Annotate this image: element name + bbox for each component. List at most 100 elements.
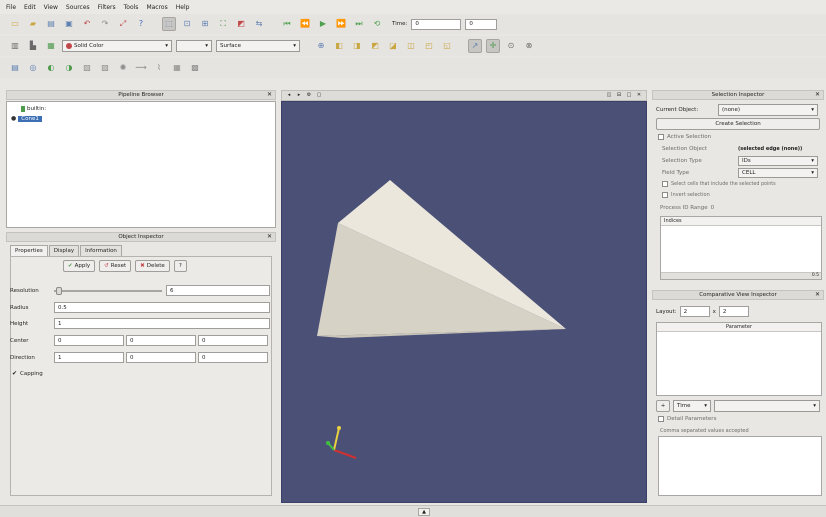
- slider-handle[interactable]: [56, 286, 62, 295]
- camera-redo-icon[interactable]: ▸: [295, 92, 303, 100]
- calculator-icon[interactable]: ▥: [8, 39, 22, 53]
- center-x-input[interactable]: 0: [54, 335, 124, 346]
- time-index-spinbox[interactable]: 0: [465, 18, 498, 30]
- interact-icon[interactable]: ⬚: [162, 17, 176, 31]
- render-view[interactable]: [281, 101, 647, 503]
- glyph-icon[interactable]: ✺: [116, 61, 130, 75]
- add-parameter-button[interactable]: +: [656, 400, 670, 412]
- stream-tracer-icon[interactable]: ⟿: [134, 61, 148, 75]
- threshold-icon[interactable]: ▧: [80, 61, 94, 75]
- menu-help[interactable]: Help: [176, 4, 190, 11]
- detail-parameters-checkbox[interactable]: [658, 416, 664, 422]
- menu-macros[interactable]: Macros: [146, 4, 167, 11]
- close-icon[interactable]: ✕: [267, 233, 272, 240]
- center-y-input[interactable]: 0: [126, 335, 196, 346]
- view-x-minus-icon[interactable]: ◨: [350, 39, 364, 53]
- reset-camera-icon[interactable]: ⊕: [314, 39, 328, 53]
- time-input[interactable]: 0: [411, 18, 462, 30]
- extract-level-icon[interactable]: ▩: [188, 61, 202, 75]
- close-icon[interactable]: ✕: [815, 291, 820, 298]
- open-icon[interactable]: ▭: [8, 17, 22, 31]
- radius-input[interactable]: 0.5: [54, 302, 270, 313]
- direction-z-input[interactable]: 0: [198, 352, 268, 363]
- extract-subset-icon[interactable]: ▨: [98, 61, 112, 75]
- center-axes-icon[interactable]: ✛: [486, 39, 500, 53]
- view-options-icon[interactable]: ⚙: [305, 92, 313, 100]
- menu-sources[interactable]: Sources: [66, 4, 90, 11]
- tab-information[interactable]: Information: [80, 245, 122, 256]
- prev-frame-icon[interactable]: ⏪: [298, 17, 312, 31]
- parameter-source-select[interactable]: Time ▾: [673, 400, 711, 412]
- menu-view[interactable]: View: [44, 4, 58, 11]
- maximize-icon[interactable]: □: [625, 92, 633, 100]
- view-z-minus-icon[interactable]: ◰: [422, 39, 436, 53]
- capping-checkbox[interactable]: ✔: [12, 370, 17, 377]
- parameter-property-select[interactable]: ▾: [714, 400, 820, 412]
- color-map-editor-icon[interactable]: ▦: [44, 39, 58, 53]
- center-z-input[interactable]: 0: [198, 335, 268, 346]
- last-frame-icon[interactable]: ⏭: [352, 17, 366, 31]
- detail-values-text[interactable]: [658, 436, 822, 496]
- select-surface-icon[interactable]: ⇆: [252, 17, 266, 31]
- active-selection-checkbox[interactable]: [658, 134, 664, 140]
- calculator-filter-icon[interactable]: ▤: [8, 61, 22, 75]
- clip-icon[interactable]: ◐: [44, 61, 58, 75]
- direction-y-input[interactable]: 0: [126, 352, 196, 363]
- view-x-plus-icon[interactable]: ◧: [332, 39, 346, 53]
- close-icon[interactable]: ✕: [267, 91, 272, 98]
- progress-abort-button[interactable]: ▲: [418, 508, 430, 516]
- menu-edit[interactable]: Edit: [24, 4, 36, 11]
- contour-icon[interactable]: ◎: [26, 61, 40, 75]
- view-y-plus-icon[interactable]: ◩: [368, 39, 382, 53]
- group-icon[interactable]: ▦: [170, 61, 184, 75]
- field-type-select[interactable]: CELL ▾: [738, 168, 818, 178]
- split-vertical-icon[interactable]: ⊟: [615, 92, 623, 100]
- layout-x-spinbox[interactable]: 2: [679, 306, 710, 317]
- help-icon[interactable]: ?: [134, 17, 148, 31]
- orientation-axes-icon[interactable]: ↗: [468, 39, 482, 53]
- view-y-minus-icon[interactable]: ◪: [386, 39, 400, 53]
- component-select[interactable]: ▾: [176, 40, 212, 52]
- next-frame-icon[interactable]: ⏩: [334, 17, 348, 31]
- save-state-icon[interactable]: ▣: [62, 17, 76, 31]
- parameters-table[interactable]: Parameter: [656, 322, 822, 396]
- resolution-slider[interactable]: [54, 286, 162, 295]
- indices-list[interactable]: Indices 0.5: [660, 216, 822, 280]
- close-view-icon[interactable]: ✕: [635, 92, 643, 100]
- reset-center-icon[interactable]: ⊗: [522, 39, 536, 53]
- resolution-input[interactable]: 6: [166, 285, 270, 296]
- camera-undo-icon[interactable]: ◂: [285, 92, 293, 100]
- help-button[interactable]: ?: [173, 260, 187, 272]
- slice-icon[interactable]: ◑: [62, 61, 76, 75]
- rotate-icon[interactable]: ◱: [440, 39, 454, 53]
- select-cells-icon[interactable]: ⊡: [180, 17, 194, 31]
- invert-selection-checkbox[interactable]: [662, 192, 668, 198]
- play-icon[interactable]: ▶: [316, 17, 330, 31]
- folder-icon[interactable]: ▰: [26, 17, 40, 31]
- view-z-plus-icon[interactable]: ◫: [404, 39, 418, 53]
- select-block-icon[interactable]: ◩: [234, 17, 248, 31]
- create-selection-button[interactable]: Create Selection: [656, 118, 820, 130]
- color-by-select[interactable]: Solid Color ▾: [62, 40, 172, 52]
- reset-button[interactable]: ↺ Reset: [99, 260, 132, 272]
- selection-type-select[interactable]: IDs ▾: [738, 156, 818, 166]
- redo-icon[interactable]: ↷: [98, 17, 112, 31]
- select-frustum-icon[interactable]: ⛶: [216, 17, 230, 31]
- pick-center-icon[interactable]: ⊙: [504, 39, 518, 53]
- loop-icon[interactable]: ⟲: [370, 17, 384, 31]
- direction-x-input[interactable]: 1: [54, 352, 124, 363]
- representation-select[interactable]: Surface ▾: [216, 40, 300, 52]
- split-horizontal-icon[interactable]: ◫: [605, 92, 613, 100]
- tab-display[interactable]: Display: [48, 245, 80, 256]
- close-icon[interactable]: ✕: [815, 91, 820, 98]
- eye-icon[interactable]: ●: [11, 115, 16, 122]
- current-object-select[interactable]: (none) ▾: [718, 104, 818, 116]
- menu-tools[interactable]: Tools: [124, 4, 139, 11]
- warp-icon[interactable]: ⌇: [152, 61, 166, 75]
- menu-file[interactable]: File: [6, 4, 16, 11]
- first-frame-icon[interactable]: ⏮: [280, 17, 294, 31]
- capture-icon[interactable]: ▢: [315, 92, 323, 100]
- apply-button[interactable]: ✔ Apply: [63, 260, 96, 272]
- pipeline-item-builtin[interactable]: builtin:: [21, 106, 46, 112]
- indices-scrollbar[interactable]: 0.5: [661, 272, 821, 279]
